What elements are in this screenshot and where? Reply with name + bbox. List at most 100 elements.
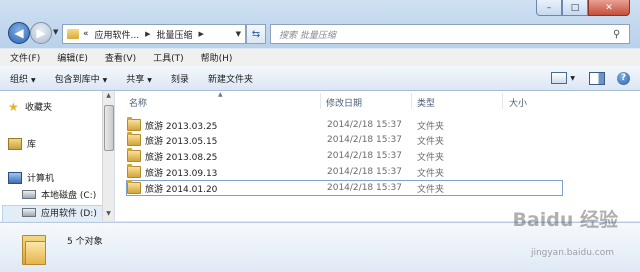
arrow-left-icon: ◀ xyxy=(14,26,24,40)
file-type: 文件夹 xyxy=(417,184,445,195)
dropdown-arrow-icon: ▼ xyxy=(102,76,108,84)
folder-icon xyxy=(127,164,141,178)
caption-buttons: – □ ✕ xyxy=(536,0,630,16)
file-type: 文件夹 xyxy=(417,168,445,179)
chevron-right-icon[interactable]: ▶ xyxy=(145,30,150,38)
file-row[interactable]: 旅游 2013.09.13 2014/2/18 15:37 文件夹 xyxy=(127,164,562,179)
drive-icon xyxy=(22,208,36,217)
folder-icon xyxy=(22,231,46,265)
file-name: 旅游 2013.05.15 xyxy=(145,136,218,147)
file-type: 文件夹 xyxy=(417,121,445,132)
watermark-logo: Baidu 经验 xyxy=(512,209,618,231)
address-bar[interactable]: « 应用软件... ▶ 批量压缩 ▶ ▼ xyxy=(62,24,246,44)
file-name: 旅游 2013.03.25 xyxy=(145,121,218,132)
file-date: 2014/2/18 15:37 xyxy=(327,120,402,130)
scroll-thumb[interactable] xyxy=(104,105,114,151)
help-icon[interactable]: ? xyxy=(617,71,630,85)
column-divider[interactable] xyxy=(411,93,412,109)
nav-label: 本地磁盘 (C:) xyxy=(41,191,97,201)
back-button[interactable]: ◀ xyxy=(8,22,30,44)
column-type[interactable]: 类型 xyxy=(417,96,435,109)
share-label: 共享 xyxy=(126,74,145,85)
scroll-up-icon[interactable]: ▲ xyxy=(103,92,114,102)
folder-icon xyxy=(67,29,79,39)
file-name: 旅游 2014.01.20 xyxy=(145,184,218,195)
organize-button[interactable]: 组织 ▼ xyxy=(0,72,45,85)
new-folder-button[interactable]: 新建文件夹 xyxy=(198,72,262,85)
nav-item-libraries[interactable]: 库 xyxy=(8,137,36,150)
file-row[interactable]: 旅游 2013.05.15 2014/2/18 15:37 文件夹 xyxy=(127,132,562,147)
recent-pages-dropdown[interactable]: ▼ xyxy=(53,28,58,36)
chevron-down-icon[interactable]: ▼ xyxy=(236,30,241,38)
nav-label: 计算机 xyxy=(27,174,55,184)
menu-help[interactable]: 帮助(H) xyxy=(191,51,240,64)
include-library-label: 包含到库中 xyxy=(54,74,100,85)
column-header-row: ▲ 名称 修改日期 类型 大小 xyxy=(115,91,640,111)
folder-icon xyxy=(127,117,141,131)
breadcrumb-segment[interactable]: 应用软件... xyxy=(95,28,140,41)
menu-view[interactable]: 查看(V) xyxy=(95,51,143,64)
views-icon[interactable] xyxy=(551,72,568,84)
file-date: 2014/2/18 15:37 xyxy=(327,135,402,145)
search-input[interactable]: 搜索 批量压缩 xyxy=(279,28,613,41)
preview-pane-icon[interactable] xyxy=(589,71,605,85)
watermark-url: jingyan.baidu.com xyxy=(530,248,614,258)
nav-item-computer[interactable]: 计算机 xyxy=(8,171,54,184)
menu-edit[interactable]: 编辑(E) xyxy=(47,51,95,64)
menu-bar: 文件(F) 编辑(E) 查看(V) 工具(T) 帮助(H) xyxy=(0,49,640,67)
computer-icon xyxy=(8,171,22,184)
file-type: 文件夹 xyxy=(417,152,445,163)
file-name: 旅游 2013.08.25 xyxy=(145,152,218,163)
file-date: 2014/2/18 15:37 xyxy=(327,167,402,177)
file-row-focused[interactable]: 旅游 2014.01.20 2014/2/18 15:37 文件夹 xyxy=(126,180,563,196)
command-bar: 组织 ▼ 包含到库中 ▼ 共享 ▼ 刻录 新建文件夹 ▼ ? xyxy=(0,66,640,91)
file-row[interactable]: 旅游 2013.03.25 2014/2/18 15:37 文件夹 xyxy=(127,117,562,132)
file-name: 旅游 2013.09.13 xyxy=(145,168,218,179)
column-name[interactable]: 名称 xyxy=(129,96,147,109)
refresh-button[interactable]: ⇆ xyxy=(246,24,266,44)
column-date[interactable]: 修改日期 xyxy=(326,96,362,109)
dropdown-arrow-icon: ▼ xyxy=(147,76,152,84)
library-icon xyxy=(8,137,22,150)
item-count: 5 个对象 xyxy=(67,237,103,247)
nav-item-drive-d[interactable]: 应用软件 (D:) xyxy=(22,206,97,219)
share-button[interactable]: 共享 ▼ xyxy=(116,72,161,85)
explorer-window: – □ ✕ ◀ ▶ ▼ « 应用软件... ▶ 批量压缩 ▶ ▼ ⇆ 搜索 批量… xyxy=(0,0,640,272)
nav-label: 收藏夹 xyxy=(25,103,53,113)
nav-label: 库 xyxy=(27,140,37,150)
views-dropdown-arrow[interactable]: ▼ xyxy=(570,75,575,82)
organize-label: 组织 xyxy=(10,74,29,85)
dropdown-arrow-icon: ▼ xyxy=(31,76,36,84)
column-divider[interactable] xyxy=(320,93,321,109)
drive-icon xyxy=(22,190,36,199)
column-divider[interactable] xyxy=(502,93,503,109)
burn-button[interactable]: 刻录 xyxy=(161,72,198,85)
file-date: 2014/2/18 15:37 xyxy=(327,151,402,161)
folder-icon xyxy=(127,148,141,162)
star-icon: ★ xyxy=(8,99,19,114)
arrow-right-icon: ▶ xyxy=(36,26,46,40)
menu-tools[interactable]: 工具(T) xyxy=(143,51,191,64)
include-library-button[interactable]: 包含到库中 ▼ xyxy=(45,72,117,85)
address-prefix[interactable]: « xyxy=(83,29,89,39)
file-type: 文件夹 xyxy=(417,136,445,147)
search-icon[interactable]: ⚲ xyxy=(613,29,629,40)
scroll-down-icon[interactable]: ▼ xyxy=(103,210,114,220)
view-controls: ▼ ? xyxy=(551,71,630,85)
menu-file[interactable]: 文件(F) xyxy=(0,51,47,64)
file-row[interactable]: 旅游 2013.08.25 2014/2/18 15:37 文件夹 xyxy=(127,148,562,163)
breadcrumb-segment[interactable]: 批量压缩 xyxy=(157,28,193,41)
column-size[interactable]: 大小 xyxy=(509,96,527,109)
minimize-button[interactable]: – xyxy=(536,0,562,16)
maximize-button[interactable]: □ xyxy=(562,0,588,16)
chevron-right-icon[interactable]: ▶ xyxy=(199,30,204,38)
nav-scrollbar[interactable]: ▲ ▼ xyxy=(102,91,114,221)
nav-label: 应用软件 (D:) xyxy=(41,209,97,219)
file-list: ▲ 名称 修改日期 类型 大小 旅游 2013.03.25 2014/2/18 … xyxy=(115,91,640,221)
search-box[interactable]: 搜索 批量压缩 ⚲ xyxy=(270,24,630,44)
close-button[interactable]: ✕ xyxy=(588,0,630,16)
nav-item-favorites[interactable]: ★ 收藏夹 xyxy=(8,99,53,114)
nav-item-drive-c[interactable]: 本地磁盘 (C:) xyxy=(22,188,96,201)
forward-button[interactable]: ▶ xyxy=(30,22,52,44)
sort-ascending-icon: ▲ xyxy=(218,91,223,98)
